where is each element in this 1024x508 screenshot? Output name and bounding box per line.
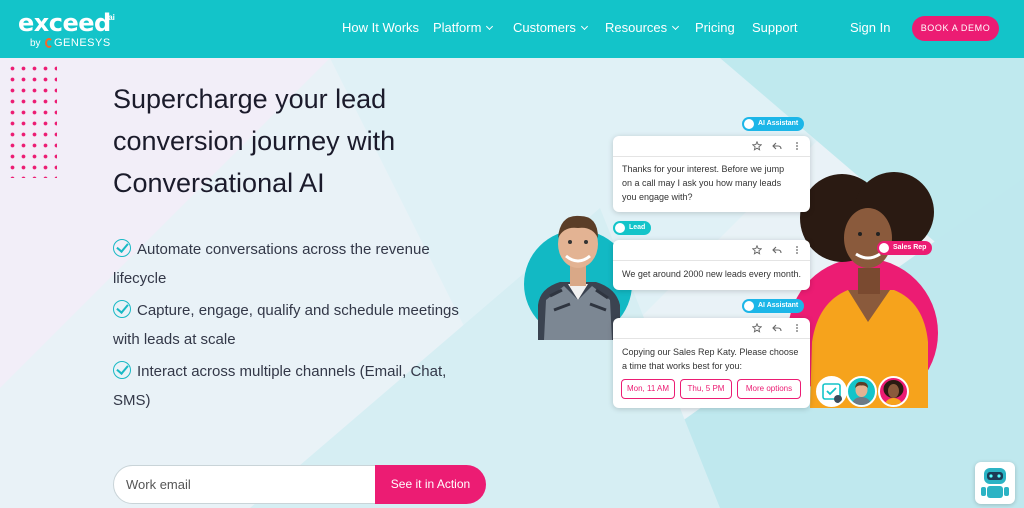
feature-bullet: Interact across multiple channels (Email…: [113, 357, 503, 415]
check-circle-icon: [113, 300, 131, 318]
chevron-down-icon: [672, 22, 680, 31]
check-circle-icon: [113, 361, 131, 379]
more-vertical-icon[interactable]: [792, 141, 802, 151]
sales-rep-person-image: [800, 172, 934, 408]
message-line: We get around 2000 new leads every month…: [622, 269, 801, 279]
nav-how-it-works[interactable]: How It Works: [342, 20, 419, 36]
card-divider: [613, 260, 810, 261]
bullet-text: Interact across multiple channels (Email…: [137, 363, 447, 380]
nav-label: Resources: [605, 20, 668, 35]
chat-message-card: We get around 2000 new leads every month…: [613, 240, 810, 290]
card-actions: [752, 140, 802, 152]
card-divider: [613, 156, 810, 157]
calendar-check-icon: [816, 376, 847, 407]
user-icon: [615, 223, 625, 233]
message-line: you engage with?: [622, 192, 693, 202]
nav-customers[interactable]: Customers: [513, 20, 588, 36]
message-line: Thanks for your interest. Before we jump: [622, 164, 785, 174]
sales-rep-avatar: [878, 376, 909, 407]
message-text: Thanks for your interest. Before we jump…: [622, 162, 802, 204]
sign-in-link[interactable]: Sign In: [850, 20, 890, 36]
nav-resources[interactable]: Resources: [605, 20, 680, 36]
robot-icon: [744, 301, 754, 311]
decorative-dots: [7, 63, 57, 178]
nav-support[interactable]: Support: [752, 20, 798, 36]
tag-label: Lead: [629, 224, 646, 231]
message-line: a time that works best for you:: [622, 361, 743, 371]
logo-ai-suffix: .ai: [106, 13, 115, 22]
exceed-logo[interactable]: exceed .ai by GENESYS: [18, 9, 128, 51]
feature-bullet: Capture, engage, qualify and schedule me…: [113, 296, 503, 354]
reply-icon[interactable]: [772, 323, 782, 333]
chatbot-launcher[interactable]: [975, 462, 1015, 504]
more-vertical-icon[interactable]: [792, 245, 802, 255]
ai-assistant-tag: AI Assistant: [742, 117, 805, 131]
book-demo-button[interactable]: BOOK A DEMO: [912, 16, 999, 41]
star-icon[interactable]: [752, 323, 762, 333]
nav-label: Customers: [513, 20, 576, 35]
nav-label: Platform: [433, 20, 482, 35]
ai-assistant-tag: AI Assistant: [742, 299, 805, 313]
more-vertical-icon[interactable]: [792, 323, 802, 333]
top-navigation: exceed .ai by GENESYS How It Works Platf…: [0, 0, 1024, 58]
chat-message-card: Thanks for your interest. Before we jump…: [613, 136, 810, 212]
card-actions: [752, 322, 802, 334]
sales-rep-tag: Sales Rep: [877, 241, 933, 255]
more-options-button[interactable]: More options: [737, 379, 801, 399]
nav-platform[interactable]: Platform: [433, 20, 494, 36]
logo-by-text: by: [30, 38, 41, 49]
bullet-text: SMS): [113, 392, 151, 409]
nav-label: How It Works: [342, 20, 420, 35]
tag-label: Sales Rep: [893, 244, 927, 251]
message-text: We get around 2000 new leads every month…: [622, 267, 802, 281]
message-line: on a call may I ask you how many leads: [622, 178, 782, 188]
time-slot-option[interactable]: Mon, 11 AM: [621, 379, 675, 399]
hero-title-line: conversion journey with: [113, 126, 396, 156]
bullet-text: Capture, engage, qualify and schedule me…: [137, 302, 459, 319]
check-circle-icon: [113, 239, 131, 257]
bullet-text: Automate conversations across the revenu…: [137, 241, 430, 258]
message-line: Copying our Sales Rep Katy. Please choos…: [622, 347, 799, 357]
see-it-in-action-button[interactable]: See it in Action: [375, 465, 486, 504]
hero-title-line: Supercharge your lead: [113, 84, 387, 114]
reply-icon[interactable]: [772, 141, 782, 151]
chatbot-icon: [981, 468, 1009, 498]
reply-icon[interactable]: [772, 245, 782, 255]
lead-person-image: [538, 215, 620, 340]
nav-pricing[interactable]: Pricing: [695, 20, 735, 36]
star-icon[interactable]: [752, 141, 762, 151]
star-icon[interactable]: [752, 245, 762, 255]
card-actions: [752, 244, 802, 256]
tag-label: AI Assistant: [758, 302, 799, 309]
feature-bullet: Automate conversations across the revenu…: [113, 235, 503, 293]
message-text: Copying our Sales Rep Katy. Please choos…: [622, 345, 802, 373]
lead-tag: Lead: [613, 221, 652, 235]
logo-parent-brand: GENESYS: [54, 37, 111, 49]
tag-label: AI Assistant: [758, 120, 799, 127]
nav-label: Support: [752, 20, 798, 35]
robot-icon: [744, 119, 754, 129]
chevron-down-icon: [580, 22, 588, 31]
work-email-input[interactable]: [113, 465, 376, 504]
bullet-text: lifecycle: [113, 270, 167, 287]
hero-title: Supercharge your lead conversion journey…: [113, 78, 473, 204]
chevron-down-icon: [486, 22, 494, 31]
bullet-text: with leads at scale: [113, 331, 236, 348]
time-slot-option[interactable]: Thu, 5 PM: [680, 379, 732, 399]
card-divider: [613, 338, 810, 339]
lead-avatar: [846, 376, 877, 407]
nav-label: Pricing: [695, 20, 735, 35]
genesys-logo-icon: [45, 38, 53, 48]
logo-wordmark: exceed: [18, 9, 111, 37]
user-icon: [879, 243, 889, 253]
hero-title-line: Conversational AI: [113, 168, 325, 198]
